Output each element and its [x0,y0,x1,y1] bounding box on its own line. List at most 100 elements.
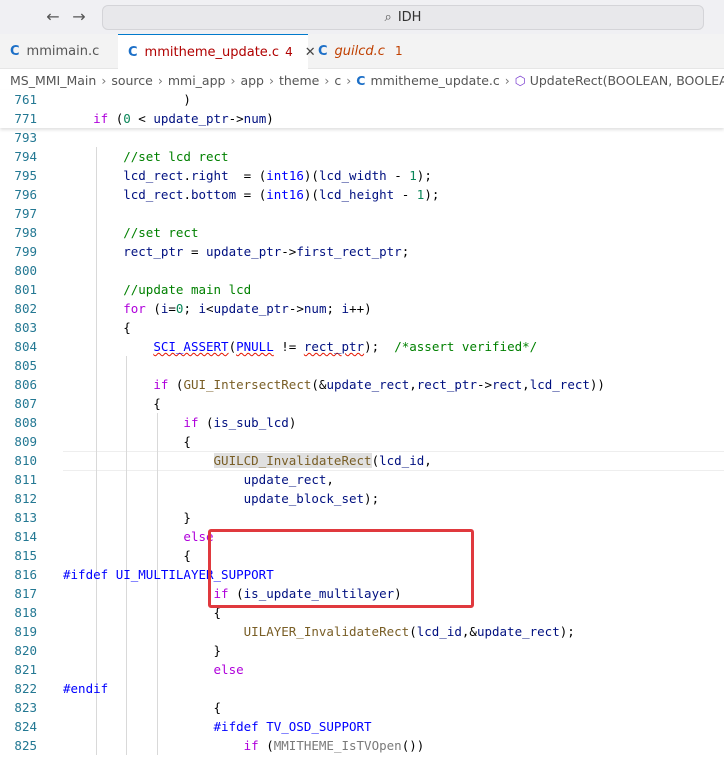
line-number[interactable]: 808 [0,413,37,432]
code-text: else [183,529,214,544]
code-line-798[interactable]: 798 //set rect [0,223,724,242]
line-number[interactable]: 798 [0,223,37,242]
code-text: { [63,700,222,715]
breadcrumb-file[interactable]: mmitheme_update.c [370,73,499,88]
title-bar: ← → ⌕ IDH [0,0,724,35]
code-line-761[interactable]: 761 ) [0,90,724,109]
line-number[interactable]: 820 [0,641,37,660]
line-number[interactable]: 801 [0,280,37,299]
breadcrumb-item[interactable]: theme [279,73,319,88]
line-number[interactable]: 822 [0,679,37,698]
line-number[interactable]: 795 [0,166,37,185]
line-number[interactable]: 817 [0,584,37,603]
line-number[interactable]: 796 [0,185,37,204]
code-text: #endif [63,681,109,696]
line-number[interactable]: 797 [0,204,37,223]
code-text: //set lcd rect [123,149,229,164]
tab-bar: C mmimain.c C mmitheme_update.c 4 ✕ C gu… [0,34,724,69]
line-number[interactable]: 799 [0,242,37,261]
line-number[interactable]: 804 [0,337,37,356]
line-number[interactable]: 824 [0,717,37,736]
code-line-801[interactable]: 801 //update main lcd [0,280,724,299]
line-number[interactable]: 805 [0,356,37,375]
arrow-left-icon[interactable]: ← [42,6,64,28]
code-line-803[interactable]: 803 { [0,318,724,337]
code-line-806[interactable]: 806 if (GUI_IntersectRect(&update_rect,r… [0,375,724,394]
breadcrumb-item[interactable]: source [111,73,153,88]
code-line-804[interactable]: 804 SCI_ASSERT(PNULL != rect_ptr); /*ass… [0,337,724,356]
tab-label: mmimain.c [26,43,100,59]
code-line-796[interactable]: 796 lcd_rect.bottom = (int16)(lcd_height… [0,185,724,204]
tab-mmitheme-update[interactable]: C mmitheme_update.c 4 ✕ [118,34,316,69]
code-line-809[interactable]: 809 { [0,432,724,451]
chevron-right-icon: › [268,72,274,88]
code-text: //set rect [123,225,199,240]
code-line-823[interactable]: 823 { [0,698,724,717]
code-line-799[interactable]: 799 rect_ptr = update_ptr->first_rect_pt… [0,242,724,261]
code-line-819[interactable]: 819 UILAYER_InvalidateRect(lcd_id,&updat… [0,622,724,641]
code-line-821[interactable]: 821 else [0,660,724,679]
line-number[interactable]: 816 [0,565,37,584]
code-line-794[interactable]: 794 //set lcd rect [0,147,724,166]
code-line-813[interactable]: 813 } [0,508,724,527]
code-line-793[interactable]: 793 [0,128,724,147]
tab-mmimain[interactable]: C mmimain.c [0,34,118,68]
code-text: update_rect, [243,472,334,487]
code-line-808[interactable]: 808 if (is_sub_lcd) [0,413,724,432]
code-line-797[interactable]: 797 [0,204,724,223]
command-center-search[interactable]: ⌕ IDH [102,5,704,30]
code-line-807[interactable]: 807 { [0,394,724,413]
line-number[interactable]: 821 [0,660,37,679]
code-text: lcd_rect.bottom = (int16)(lcd_height - 1… [123,187,440,202]
line-number[interactable]: 806 [0,375,37,394]
line-number[interactable]: 812 [0,489,37,508]
line-number[interactable]: 803 [0,318,37,337]
line-number[interactable]: 811 [0,470,37,489]
code-text: } [63,643,222,658]
code-line-825[interactable]: 825 if (MMITHEME_IsTVOpen()) [0,736,724,755]
breadcrumb-item[interactable]: c [334,73,341,88]
line-number[interactable]: 814 [0,527,37,546]
breadcrumb-item[interactable]: MS_MMI_Main [10,73,96,88]
line-number[interactable]: 809 [0,432,37,451]
breadcrumb-item[interactable]: mmi_app [168,73,226,88]
line-number[interactable]: 802 [0,299,37,318]
code-line-805[interactable]: 805 [0,356,724,375]
chevron-right-icon: › [101,72,107,88]
line-number[interactable]: 825 [0,736,37,755]
breadcrumb-symbol[interactable]: UpdateRect(BOOLEAN, BOOLEAN, u [530,73,724,88]
line-number[interactable]: 819 [0,622,37,641]
problem-count-badge: 4 [285,45,293,59]
line-number[interactable]: 810 [0,451,37,470]
line-number[interactable]: 823 [0,698,37,717]
line-number[interactable]: 771 [0,109,37,128]
line-number[interactable]: 800 [0,261,37,280]
chevron-right-icon: › [324,72,330,88]
line-number[interactable]: 813 [0,508,37,527]
sticky-scroll-header[interactable]: 761 ) 771 if (0 < update_ptr->num) [0,90,724,128]
code-text: for (i=0; i<update_ptr->num; i++) [123,301,372,316]
code-text: update_block_set); [243,491,380,506]
line-number[interactable]: 793 [0,128,37,147]
line-number[interactable]: 815 [0,546,37,565]
breadcrumb-item[interactable]: app [240,73,264,88]
code-line-824[interactable]: 824 #ifdef TV_OSD_SUPPORT [0,717,724,736]
code-line-810[interactable]: 810 GUILCD_InvalidateRect(lcd_id, [0,451,724,470]
code-line-822[interactable]: 822 #endif [0,679,724,698]
code-text: //update main lcd [123,282,252,297]
code-line-771[interactable]: 771 if (0 < update_ptr->num) [0,109,724,128]
breadcrumb: MS_MMI_Main › source › mmi_app › app › theme… [0,69,724,91]
code-line-811[interactable]: 811 update_rect, [0,470,724,489]
line-number[interactable]: 818 [0,603,37,622]
line-number[interactable]: 807 [0,394,37,413]
line-number[interactable]: 761 [0,90,37,109]
code-editor[interactable]: 761 ) 771 if (0 < update_ptr->num) 793 794… [0,90,724,761]
line-number[interactable]: 794 [0,147,37,166]
arrow-right-icon[interactable]: → [68,6,90,28]
code-line-820[interactable]: 820 } [0,641,724,660]
tab-guilcd[interactable]: C guilcd.c 1 [308,34,426,68]
code-line-812[interactable]: 812 update_block_set); [0,489,724,508]
code-line-800[interactable]: 800 [0,261,724,280]
code-line-795[interactable]: 795 lcd_rect.right = (int16)(lcd_width -… [0,166,724,185]
code-line-802[interactable]: 802 for (i=0; i<update_ptr->num; i++) [0,299,724,318]
